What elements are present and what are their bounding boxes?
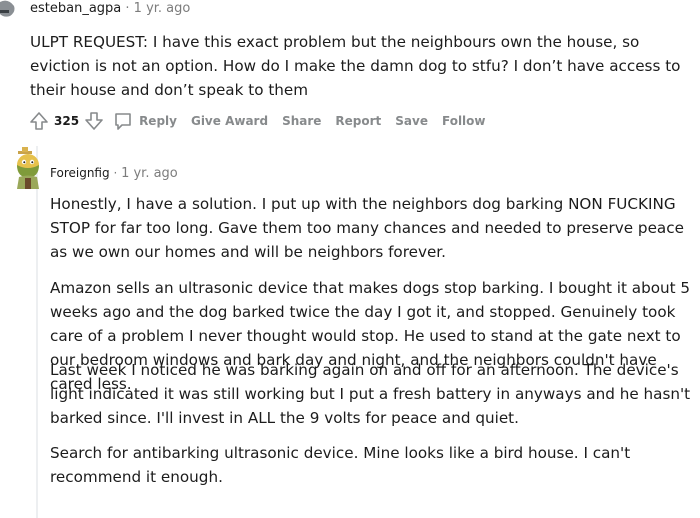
comment-header: Foreignfig · 1 yr. ago xyxy=(50,166,178,181)
author-username[interactable]: Foreignfig xyxy=(50,166,110,180)
comment-paragraph: Search for antibarking ultrasonic device… xyxy=(50,444,631,486)
timestamp[interactable]: 1 yr. ago xyxy=(121,166,178,181)
downvote-icon[interactable] xyxy=(83,110,105,132)
give-award-button[interactable]: Give Award xyxy=(191,114,268,128)
comment-header: esteban_agpa · 1 yr. ago xyxy=(30,1,190,16)
comment-bubble-icon xyxy=(115,113,131,130)
timestamp[interactable]: 1 yr. ago xyxy=(134,1,191,16)
avatar[interactable] xyxy=(0,0,16,22)
reply-button[interactable]: Reply xyxy=(113,111,177,131)
save-button[interactable]: Save xyxy=(395,114,428,128)
follow-button[interactable]: Follow xyxy=(442,114,486,128)
avatar[interactable] xyxy=(10,147,46,189)
thread-collapse-line[interactable] xyxy=(36,146,38,518)
vote-score: 325 xyxy=(54,114,80,128)
comment-action-bar: 325 Reply Give Award Share Report Save F… xyxy=(28,108,486,134)
upvote-icon[interactable] xyxy=(28,110,50,132)
share-button[interactable]: Share xyxy=(282,114,321,128)
separator-dot: · xyxy=(113,166,122,180)
author-username[interactable]: esteban_agpa xyxy=(30,1,121,16)
comment-body: ULPT REQUEST: I have this exact problem … xyxy=(30,33,681,99)
comment-paragraph: Last week I noticed he was barking again… xyxy=(50,361,691,427)
comment-paragraph: Honestly, I have a solution. I put up wi… xyxy=(50,195,684,261)
reply-label: Reply xyxy=(139,114,177,128)
separator-dot: · xyxy=(125,1,134,16)
report-button[interactable]: Report xyxy=(335,114,381,128)
